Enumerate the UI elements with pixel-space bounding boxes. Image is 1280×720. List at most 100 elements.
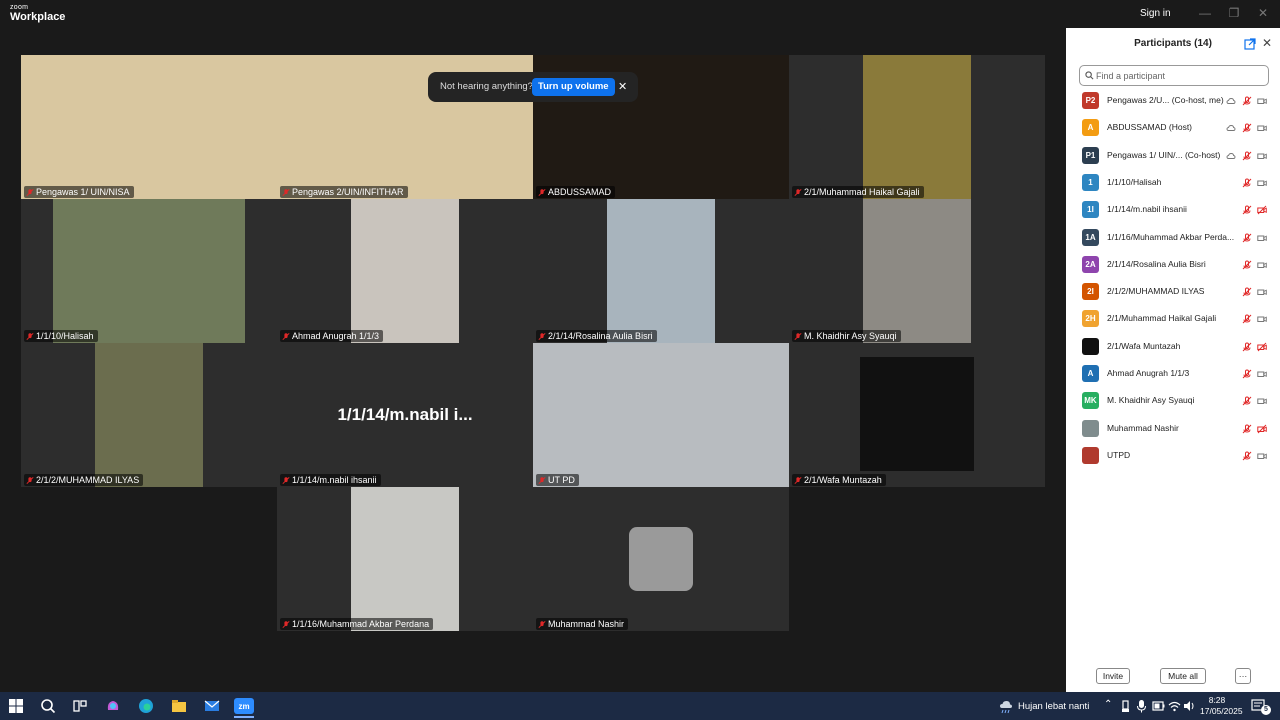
participant-row[interactable]: 2A 2/1/14/Rosalina Aulia Bisri bbox=[1066, 251, 1280, 278]
participant-row[interactable]: P2 Pengawas 2/U... (Co-host, me) bbox=[1066, 87, 1280, 114]
toast-close-icon[interactable]: ✕ bbox=[618, 80, 627, 93]
video-tile[interactable]: 2/1/Wafa Muntazah bbox=[789, 343, 1045, 487]
participant-name: 2/1/14/Rosalina Aulia Bisri bbox=[1107, 258, 1206, 269]
participant-row[interactable]: A Ahmad Anugrah 1/1/3 bbox=[1066, 360, 1280, 387]
participant-row[interactable]: MK M. Khaidhir Asy Syauqi bbox=[1066, 387, 1280, 414]
participant-row[interactable]: 2H 2/1/Muhammad Haikal Gajali bbox=[1066, 305, 1280, 332]
task-view-icon[interactable] bbox=[72, 698, 88, 714]
more-options-button[interactable]: ··· bbox=[1235, 668, 1251, 684]
mic-muted-icon[interactable] bbox=[1242, 178, 1252, 188]
mic-muted-icon[interactable] bbox=[1242, 396, 1252, 406]
video-off-icon[interactable] bbox=[1257, 205, 1267, 215]
mic-muted-icon bbox=[794, 188, 802, 197]
video-icon[interactable] bbox=[1257, 369, 1267, 379]
participant-row[interactable]: P1 Pengawas 1/ UIN/... (Co-host) bbox=[1066, 142, 1280, 169]
participant-row[interactable]: 2I 2/1/2/MUHAMMAD ILYAS bbox=[1066, 278, 1280, 305]
video-off-icon[interactable] bbox=[1257, 342, 1267, 352]
video-feed bbox=[53, 199, 245, 343]
video-tile[interactable]: 2/1/2/MUHAMMAD ILYAS bbox=[21, 343, 277, 487]
video-tile[interactable]: Pengawas 1/ UIN/NISA bbox=[21, 55, 277, 199]
participant-row[interactable]: A ABDUSSAMAD (Host) bbox=[1066, 114, 1280, 141]
mail-icon[interactable] bbox=[204, 698, 220, 714]
video-icon[interactable] bbox=[1257, 96, 1267, 106]
video-tile[interactable]: Muhammad Nashir bbox=[533, 487, 789, 631]
restore-icon[interactable]: ❐ bbox=[1227, 6, 1241, 20]
participant-avatar: 1I bbox=[1082, 201, 1099, 219]
participant-name: Pengawas 2/U... (Co-host, me) bbox=[1107, 95, 1224, 105]
chevron-up-icon[interactable]: ⌃ bbox=[1104, 699, 1112, 710]
mic-muted-icon[interactable] bbox=[1242, 205, 1252, 215]
mic-muted-icon[interactable] bbox=[1242, 342, 1252, 352]
mic-muted-icon[interactable] bbox=[1242, 233, 1252, 243]
system-clock[interactable]: 8:28 17/05/2025 bbox=[1200, 695, 1243, 717]
video-tile[interactable]: UT PD bbox=[533, 343, 789, 487]
video-tile[interactable]: 1/1/16/Muhammad Akbar Perdana bbox=[277, 487, 533, 631]
participant-search[interactable] bbox=[1079, 65, 1269, 86]
search-icon bbox=[1085, 71, 1094, 80]
video-icon[interactable] bbox=[1257, 151, 1267, 161]
video-tile[interactable]: Ahmad Anugrah 1/1/3 bbox=[277, 199, 533, 343]
battery-icon[interactable] bbox=[1152, 698, 1165, 714]
video-tile[interactable]: 2/1/14/Rosalina Aulia Bisri bbox=[533, 199, 789, 343]
mic-muted-icon[interactable] bbox=[1242, 424, 1252, 434]
video-off-icon[interactable] bbox=[1257, 424, 1267, 434]
zoom-app-icon[interactable]: zm bbox=[234, 698, 254, 714]
video-icon[interactable] bbox=[1257, 314, 1267, 324]
video-tile[interactable]: M. Khaidhir Asy Syauqi bbox=[789, 199, 1045, 343]
participant-row[interactable]: 1 1/1/10/Halisah bbox=[1066, 169, 1280, 196]
mic-muted-icon bbox=[282, 620, 290, 629]
video-icon[interactable] bbox=[1257, 178, 1267, 188]
participant-row[interactable]: Muhammad Nashir bbox=[1066, 415, 1280, 442]
video-icon[interactable] bbox=[1257, 233, 1267, 243]
weather-text[interactable]: Hujan lebat nanti bbox=[1018, 701, 1089, 712]
edge-browser-icon[interactable] bbox=[138, 698, 154, 714]
wifi-icon[interactable] bbox=[1168, 698, 1181, 714]
participant-row[interactable]: 1I 1/1/14/m.nabil ihsanii bbox=[1066, 196, 1280, 223]
weather-icon[interactable] bbox=[998, 698, 1014, 714]
video-feed bbox=[860, 357, 974, 471]
participant-name: ABDUSSAMAD (Host) bbox=[1107, 122, 1193, 133]
copilot-icon[interactable] bbox=[105, 698, 121, 714]
invite-button[interactable]: Invite bbox=[1096, 668, 1130, 684]
participant-row[interactable]: 1A 1/1/16/Muhammad Akbar Perda... bbox=[1066, 224, 1280, 251]
tile-label: 1/1/16/Muhammad Akbar Perdana bbox=[280, 618, 434, 630]
search-icon[interactable] bbox=[40, 698, 56, 714]
participant-name: 1/1/10/Halisah bbox=[1107, 176, 1162, 187]
mic-muted-icon[interactable] bbox=[1242, 123, 1252, 133]
tile-label: 1/1/14/m.nabil ihsanii bbox=[280, 474, 381, 486]
video-icon[interactable] bbox=[1257, 123, 1267, 133]
mic-muted-icon[interactable] bbox=[1242, 96, 1252, 106]
participant-row[interactable]: UTPD bbox=[1066, 442, 1280, 469]
close-panel-icon[interactable]: ✕ bbox=[1262, 36, 1272, 50]
mute-all-button[interactable]: Mute all bbox=[1160, 668, 1206, 684]
video-icon[interactable] bbox=[1257, 287, 1267, 297]
windows-start-icon[interactable] bbox=[8, 698, 24, 714]
pop-out-icon[interactable] bbox=[1244, 38, 1256, 50]
mic-muted-icon[interactable] bbox=[1242, 314, 1252, 324]
mic-muted-icon[interactable] bbox=[1242, 369, 1252, 379]
mic-muted-icon[interactable] bbox=[1242, 151, 1252, 161]
volume-icon[interactable] bbox=[1183, 698, 1196, 714]
video-icon[interactable] bbox=[1257, 396, 1267, 406]
usb-icon[interactable] bbox=[1120, 698, 1131, 714]
video-tile[interactable]: 1/1/10/Halisah bbox=[21, 199, 277, 343]
tile-label: Pengawas 1/ UIN/NISA bbox=[24, 186, 134, 198]
video-tile[interactable]: 2/1/Muhammad Haikal Gajali bbox=[789, 55, 1045, 199]
mic-muted-icon[interactable] bbox=[1242, 287, 1252, 297]
participant-row[interactable]: 2/1/Wafa Muntazah bbox=[1066, 333, 1280, 360]
minimize-icon[interactable]: — bbox=[1198, 6, 1212, 20]
file-explorer-icon[interactable] bbox=[171, 698, 187, 714]
sign-in-link[interactable]: Sign in bbox=[1140, 8, 1171, 19]
video-icon[interactable] bbox=[1257, 260, 1267, 270]
participant-avatar: A bbox=[1082, 365, 1099, 382]
mic-muted-icon[interactable] bbox=[1242, 260, 1252, 270]
mic-muted-icon[interactable] bbox=[1242, 451, 1252, 461]
search-input[interactable] bbox=[1096, 68, 1266, 83]
video-tile[interactable]: 1/1/14/m.nabil i... 1/1/14/m.nabil ihsan… bbox=[277, 343, 533, 487]
microphone-icon[interactable] bbox=[1136, 698, 1147, 714]
turn-up-volume-button[interactable]: Turn up volume bbox=[532, 78, 615, 96]
close-window-icon[interactable]: ✕ bbox=[1256, 6, 1270, 20]
video-icon[interactable] bbox=[1257, 451, 1267, 461]
participant-name: M. Khaidhir Asy Syauqi bbox=[1107, 395, 1195, 406]
participant-name: 2/1/Muhammad Haikal Gajali bbox=[1107, 313, 1217, 324]
